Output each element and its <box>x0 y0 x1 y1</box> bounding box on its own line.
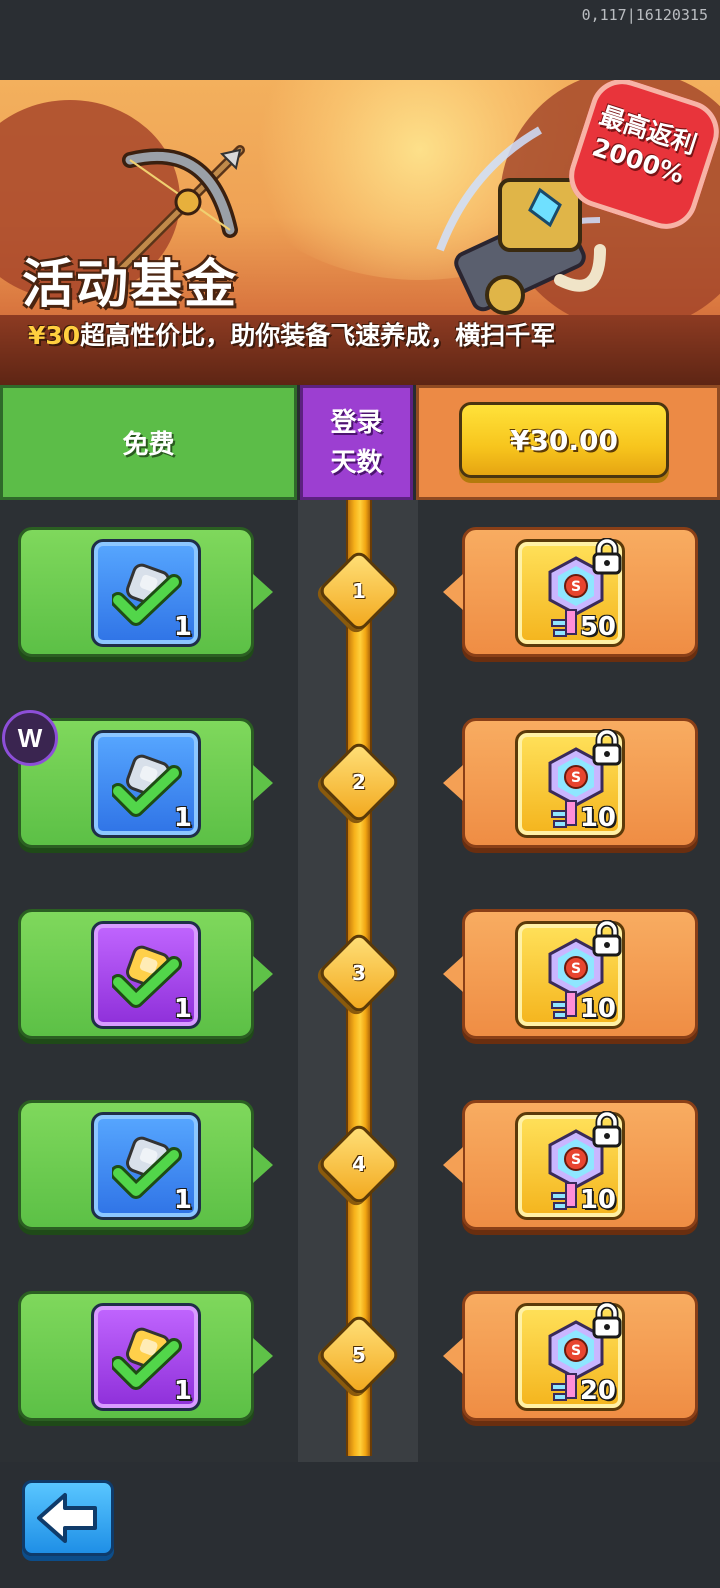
paid-reward-card[interactable]: S 10 <box>443 718 698 848</box>
paid-reward-card[interactable]: S 50 <box>443 527 698 657</box>
paid-reward-quantity: 10 <box>579 803 616 833</box>
paid-reward-item[interactable]: S 50 <box>515 538 625 647</box>
login-days-label-line2: 天数 <box>330 447 383 478</box>
svg-text:S: S <box>571 1152 581 1168</box>
free-reward-quantity: 1 <box>173 994 192 1024</box>
paid-reward-card[interactable]: S 10 <box>443 909 698 1039</box>
paid-reward-quantity: 50 <box>579 612 616 642</box>
banner-subtitle: ¥30超高性价比，助你装备飞速养成，横扫千军 <box>28 316 555 352</box>
paid-reward-item[interactable]: S 10 <box>515 1111 625 1220</box>
bottom-bar <box>0 1462 720 1588</box>
free-reward-card[interactable]: 1 <box>18 527 273 657</box>
paid-reward-item[interactable]: S 10 <box>515 729 625 838</box>
paid-reward-card[interactable]: S 10 <box>443 1100 698 1230</box>
free-reward-item[interactable]: 1 <box>91 539 201 647</box>
free-column-header: 免费 <box>0 385 297 500</box>
day-number: 2 <box>352 770 366 794</box>
reward-row: 1 5 S 20 <box>0 1261 720 1421</box>
back-button[interactable] <box>22 1480 114 1556</box>
free-reward-quantity: 1 <box>173 1185 192 1215</box>
reward-row: 1 2 S 10 <box>0 688 720 848</box>
paid-reward-quantity: 10 <box>579 994 616 1024</box>
assistant-logo-glyph: W <box>17 722 43 753</box>
svg-text:S: S <box>571 579 581 595</box>
free-reward-item[interactable]: 1 <box>91 1303 201 1411</box>
day-number: 3 <box>352 961 366 985</box>
banner-title: 活动基金 <box>22 255 239 315</box>
free-reward-card[interactable]: 1 <box>18 1100 273 1230</box>
login-days-header: 登录 天数 <box>300 385 413 500</box>
svg-text:S: S <box>571 961 581 977</box>
day-number: 4 <box>352 1152 366 1176</box>
paid-reward-quantity: 20 <box>579 1376 616 1406</box>
status-bar: 0,117|16120315 <box>0 0 720 80</box>
day-number: 5 <box>352 1343 366 1367</box>
free-reward-quantity: 1 <box>173 1376 192 1406</box>
free-reward-item[interactable]: 1 <box>91 921 201 1029</box>
reward-row: 1 1 S 50 <box>0 497 720 657</box>
debug-readout: 0,117|16120315 <box>581 6 708 24</box>
free-reward-quantity: 1 <box>173 612 192 642</box>
free-reward-item[interactable]: 1 <box>91 1112 201 1220</box>
reward-row: 1 3 S 10 <box>0 879 720 1039</box>
paid-column-header: ¥30.00 <box>416 385 720 500</box>
floating-assistant-icon[interactable]: W <box>2 710 58 766</box>
free-reward-card[interactable]: 1 <box>18 1291 273 1421</box>
free-reward-card[interactable]: 1 <box>18 909 273 1039</box>
login-days-label-line1: 登录 <box>330 407 383 438</box>
banner-subtitle-price: ¥30 <box>28 321 81 350</box>
paid-reward-card[interactable]: S 20 <box>443 1291 698 1421</box>
free-reward-item[interactable]: 1 <box>91 730 201 838</box>
paid-reward-item[interactable]: S 10 <box>515 920 625 1029</box>
free-reward-quantity: 1 <box>173 803 192 833</box>
paid-reward-item[interactable]: S 20 <box>515 1302 625 1411</box>
reward-row: 1 4 S 10 <box>0 1070 720 1230</box>
day-number: 1 <box>352 579 366 603</box>
back-arrow-icon <box>37 1493 97 1543</box>
svg-text:S: S <box>571 770 581 786</box>
event-banner: 最高返利 2000% 活动基金 ¥30超高性价比，助你装备飞速养成，横扫千军 <box>0 80 720 385</box>
purchase-button[interactable]: ¥30.00 <box>459 402 669 478</box>
banner-subtitle-text: 超高性价比，助你装备飞速养成，横扫千军 <box>80 321 556 350</box>
svg-text:S: S <box>571 1343 581 1359</box>
paid-reward-quantity: 10 <box>579 1185 616 1215</box>
